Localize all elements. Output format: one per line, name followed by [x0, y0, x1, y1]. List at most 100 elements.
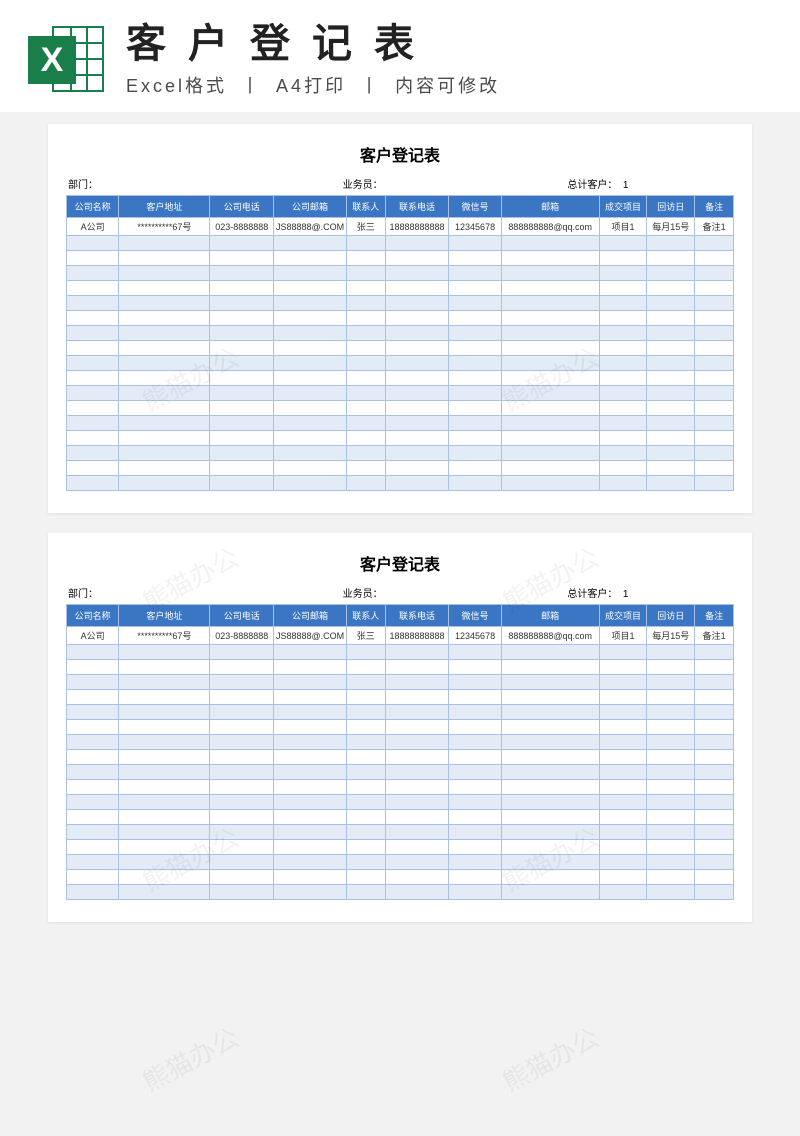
table-cell — [647, 296, 695, 311]
table-cell — [67, 660, 119, 675]
column-header: 联系电话 — [385, 605, 449, 627]
table-cell — [501, 810, 599, 825]
table-cell — [67, 311, 119, 326]
customer-table: 公司名称客户地址公司电话公司邮箱联系人联系电话微信号邮箱成交项目回访日备注A公司… — [66, 604, 734, 900]
table-cell — [119, 311, 210, 326]
table-row — [67, 825, 734, 840]
table-row — [67, 885, 734, 900]
table-cell — [647, 645, 695, 660]
table-cell — [67, 296, 119, 311]
table-cell — [501, 446, 599, 461]
table-cell — [67, 810, 119, 825]
table-cell — [67, 431, 119, 446]
table-row — [67, 750, 734, 765]
table-cell — [695, 416, 734, 431]
table-cell — [210, 311, 274, 326]
table-cell — [449, 476, 501, 491]
table-cell — [67, 720, 119, 735]
table-cell — [449, 266, 501, 281]
table-row — [67, 705, 734, 720]
table-cell — [119, 236, 210, 251]
table-cell — [210, 416, 274, 431]
table-cell — [385, 401, 449, 416]
table-cell — [449, 461, 501, 476]
table-cell — [346, 840, 385, 855]
table-row — [67, 446, 734, 461]
table-cell — [210, 296, 274, 311]
table-cell — [599, 251, 647, 266]
customer-table: 公司名称客户地址公司电话公司邮箱联系人联系电话微信号邮箱成交项目回访日备注A公司… — [66, 195, 734, 491]
table-cell: 备注1 — [695, 218, 734, 236]
table-cell: 12345678 — [449, 627, 501, 645]
table-cell — [647, 885, 695, 900]
table-cell — [695, 690, 734, 705]
table-cell — [346, 446, 385, 461]
table-row — [67, 461, 734, 476]
table-cell — [119, 281, 210, 296]
column-header: 客户地址 — [119, 605, 210, 627]
table-cell — [695, 810, 734, 825]
table-cell: 每月15号 — [647, 218, 695, 236]
table-cell — [647, 341, 695, 356]
table-cell — [346, 251, 385, 266]
table-cell — [647, 765, 695, 780]
table-cell — [119, 870, 210, 885]
table-cell — [385, 416, 449, 431]
table-cell — [449, 251, 501, 266]
column-header: 公司电话 — [210, 196, 274, 218]
table-cell — [346, 780, 385, 795]
table-cell — [119, 645, 210, 660]
table-cell: 023-8888888 — [210, 627, 274, 645]
table-cell — [449, 386, 501, 401]
table-cell — [449, 735, 501, 750]
table-cell — [695, 660, 734, 675]
column-header: 联系人 — [346, 196, 385, 218]
page-header: X 客户登记表 Excel格式 丨 A4打印 丨 内容可修改 — [0, 0, 800, 112]
column-header: 公司邮箱 — [274, 196, 347, 218]
table-cell — [501, 401, 599, 416]
table-row — [67, 660, 734, 675]
column-header: 客户地址 — [119, 196, 210, 218]
table-cell — [449, 341, 501, 356]
table-cell — [599, 735, 647, 750]
table-cell — [119, 885, 210, 900]
table-cell — [449, 705, 501, 720]
table-cell — [385, 356, 449, 371]
table-cell — [210, 660, 274, 675]
table-cell — [67, 735, 119, 750]
table-cell — [385, 311, 449, 326]
column-header: 成交项目 — [599, 196, 647, 218]
table-cell — [119, 735, 210, 750]
table-cell — [67, 870, 119, 885]
table-cell — [346, 870, 385, 885]
table-cell — [647, 401, 695, 416]
table-cell — [385, 855, 449, 870]
table-cell — [67, 356, 119, 371]
table-cell — [647, 371, 695, 386]
column-header: 公司电话 — [210, 605, 274, 627]
table-cell — [67, 386, 119, 401]
column-header: 公司邮箱 — [274, 605, 347, 627]
table-cell — [119, 341, 210, 356]
table-cell — [647, 780, 695, 795]
table-cell — [599, 825, 647, 840]
table-cell — [274, 735, 347, 750]
table-cell — [599, 326, 647, 341]
table-cell — [501, 431, 599, 446]
table-cell — [67, 371, 119, 386]
table-row — [67, 251, 734, 266]
table-cell — [647, 446, 695, 461]
table-cell — [210, 825, 274, 840]
table-cell — [210, 401, 274, 416]
table-cell — [449, 446, 501, 461]
table-cell — [119, 720, 210, 735]
table-cell — [385, 705, 449, 720]
table-cell — [210, 675, 274, 690]
table-cell: 12345678 — [449, 218, 501, 236]
table-cell — [501, 296, 599, 311]
table-cell — [346, 326, 385, 341]
table-cell — [210, 645, 274, 660]
table-row — [67, 855, 734, 870]
table-cell — [449, 720, 501, 735]
table-cell — [501, 735, 599, 750]
